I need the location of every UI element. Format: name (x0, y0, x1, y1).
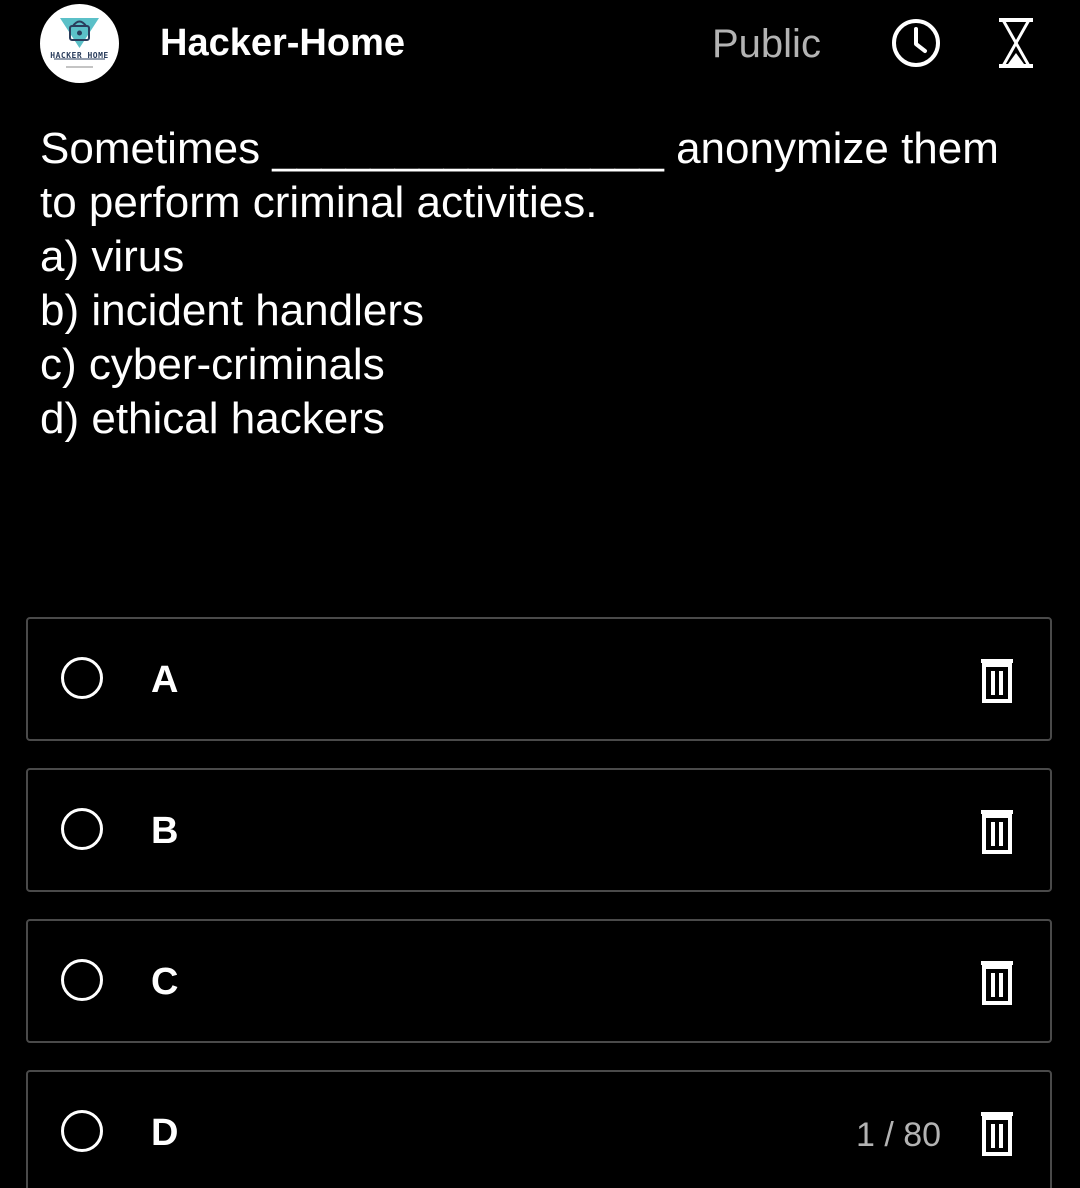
visibility-label: Public (712, 22, 821, 66)
poll-option-d[interactable]: D 1 / 80 (26, 1070, 1052, 1188)
channel-avatar[interactable]: HACKER HOME (40, 4, 119, 83)
trash-icon[interactable] (979, 1110, 1015, 1156)
hacker-logo-icon (54, 18, 105, 68)
radio-button[interactable] (61, 1110, 103, 1152)
clock-icon[interactable] (890, 17, 942, 69)
question-option-c: c) cyber-criminals (40, 340, 385, 389)
option-label: D (151, 1112, 179, 1154)
poll-option-c[interactable]: C (26, 919, 1052, 1043)
question-line-2: to perform criminal activities. (40, 178, 598, 227)
radio-button[interactable] (61, 959, 103, 1001)
question-option-d: d) ethical hackers (40, 394, 385, 443)
avatar-logo-text: HACKER HOME (50, 51, 109, 60)
option-label: C (151, 961, 179, 1003)
radio-button[interactable] (61, 808, 103, 850)
trash-icon[interactable] (979, 808, 1015, 854)
header-bar: HACKER HOME Hacker-Home Public (0, 0, 1080, 88)
channel-name[interactable]: Hacker-Home (160, 22, 405, 65)
radio-button[interactable] (61, 657, 103, 699)
question-option-a: a) virus (40, 232, 185, 281)
quiz-screen: HACKER HOME Hacker-Home Public Sometimes… (0, 0, 1080, 1188)
trash-icon[interactable] (979, 959, 1015, 1005)
option-label: A (151, 659, 179, 701)
question-option-b: b) incident handlers (40, 286, 425, 335)
question-end: anonymize them (676, 124, 999, 173)
poll-option-b[interactable]: B (26, 768, 1052, 892)
question-start: Sometimes (40, 124, 261, 173)
option-label: B (151, 810, 179, 852)
poll-option-a[interactable]: A (26, 617, 1052, 741)
question-blank: ________________ (272, 124, 664, 173)
question-line-1: Sometimes ________________ anonymize the… (40, 122, 1050, 176)
option-counter: 1 / 80 (856, 1116, 942, 1154)
trash-icon[interactable] (979, 657, 1015, 703)
question-text: Sometimes ________________ anonymize the… (40, 122, 1050, 446)
hourglass-icon[interactable] (996, 17, 1036, 69)
